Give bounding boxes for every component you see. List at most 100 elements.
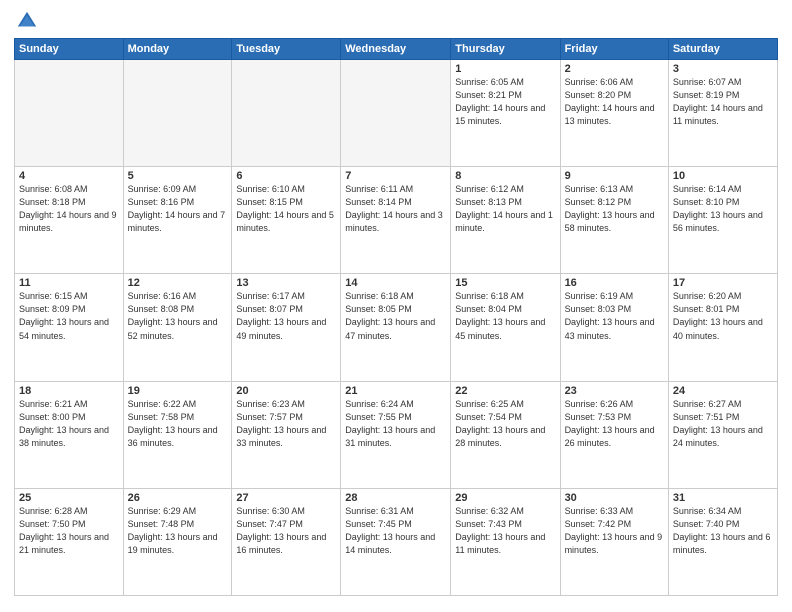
header-day-thursday: Thursday (451, 39, 560, 60)
calendar-cell: 21Sunrise: 6:24 AM Sunset: 7:55 PM Dayli… (341, 381, 451, 488)
day-info: Sunrise: 6:14 AM Sunset: 8:10 PM Dayligh… (673, 183, 773, 235)
day-number: 13 (236, 277, 336, 289)
day-number: 9 (565, 170, 664, 182)
calendar-cell: 31Sunrise: 6:34 AM Sunset: 7:40 PM Dayli… (668, 488, 777, 595)
day-info: Sunrise: 6:11 AM Sunset: 8:14 PM Dayligh… (345, 183, 446, 235)
day-number: 2 (565, 63, 664, 75)
calendar-cell: 20Sunrise: 6:23 AM Sunset: 7:57 PM Dayli… (232, 381, 341, 488)
header (14, 10, 778, 32)
calendar-cell: 29Sunrise: 6:32 AM Sunset: 7:43 PM Dayli… (451, 488, 560, 595)
daylight-legend (14, 600, 778, 602)
day-number: 16 (565, 277, 664, 289)
calendar-cell: 4Sunrise: 6:08 AM Sunset: 8:18 PM Daylig… (15, 167, 124, 274)
day-info: Sunrise: 6:16 AM Sunset: 8:08 PM Dayligh… (128, 290, 228, 342)
calendar-table: SundayMondayTuesdayWednesdayThursdayFrid… (14, 38, 778, 596)
calendar-cell (123, 60, 232, 167)
calendar-cell: 11Sunrise: 6:15 AM Sunset: 8:09 PM Dayli… (15, 274, 124, 381)
day-number: 12 (128, 277, 228, 289)
day-number: 15 (455, 277, 555, 289)
day-number: 18 (19, 385, 119, 397)
day-number: 1 (455, 63, 555, 75)
day-number: 20 (236, 385, 336, 397)
calendar-cell: 18Sunrise: 6:21 AM Sunset: 8:00 PM Dayli… (15, 381, 124, 488)
day-number: 5 (128, 170, 228, 182)
calendar: SundayMondayTuesdayWednesdayThursdayFrid… (14, 38, 778, 602)
header-day-tuesday: Tuesday (232, 39, 341, 60)
day-number: 4 (19, 170, 119, 182)
day-info: Sunrise: 6:18 AM Sunset: 8:05 PM Dayligh… (345, 290, 446, 342)
calendar-cell (232, 60, 341, 167)
day-number: 19 (128, 385, 228, 397)
day-number: 7 (345, 170, 446, 182)
week-row-0: 1Sunrise: 6:05 AM Sunset: 8:21 PM Daylig… (15, 60, 778, 167)
day-number: 26 (128, 492, 228, 504)
header-day-wednesday: Wednesday (341, 39, 451, 60)
day-info: Sunrise: 6:20 AM Sunset: 8:01 PM Dayligh… (673, 290, 773, 342)
day-number: 28 (345, 492, 446, 504)
calendar-cell: 6Sunrise: 6:10 AM Sunset: 8:15 PM Daylig… (232, 167, 341, 274)
day-number: 23 (565, 385, 664, 397)
day-info: Sunrise: 6:15 AM Sunset: 8:09 PM Dayligh… (19, 290, 119, 342)
day-info: Sunrise: 6:23 AM Sunset: 7:57 PM Dayligh… (236, 398, 336, 450)
calendar-cell: 19Sunrise: 6:22 AM Sunset: 7:58 PM Dayli… (123, 381, 232, 488)
day-info: Sunrise: 6:29 AM Sunset: 7:48 PM Dayligh… (128, 505, 228, 557)
header-day-friday: Friday (560, 39, 668, 60)
day-info: Sunrise: 6:19 AM Sunset: 8:03 PM Dayligh… (565, 290, 664, 342)
week-row-1: 4Sunrise: 6:08 AM Sunset: 8:18 PM Daylig… (15, 167, 778, 274)
day-info: Sunrise: 6:25 AM Sunset: 7:54 PM Dayligh… (455, 398, 555, 450)
day-number: 11 (19, 277, 119, 289)
day-number: 6 (236, 170, 336, 182)
day-info: Sunrise: 6:22 AM Sunset: 7:58 PM Dayligh… (128, 398, 228, 450)
header-day-saturday: Saturday (668, 39, 777, 60)
day-number: 14 (345, 277, 446, 289)
header-day-sunday: Sunday (15, 39, 124, 60)
day-number: 24 (673, 385, 773, 397)
calendar-cell: 3Sunrise: 6:07 AM Sunset: 8:19 PM Daylig… (668, 60, 777, 167)
week-row-2: 11Sunrise: 6:15 AM Sunset: 8:09 PM Dayli… (15, 274, 778, 381)
calendar-cell: 10Sunrise: 6:14 AM Sunset: 8:10 PM Dayli… (668, 167, 777, 274)
calendar-cell: 27Sunrise: 6:30 AM Sunset: 7:47 PM Dayli… (232, 488, 341, 595)
day-info: Sunrise: 6:17 AM Sunset: 8:07 PM Dayligh… (236, 290, 336, 342)
day-number: 31 (673, 492, 773, 504)
day-number: 27 (236, 492, 336, 504)
week-row-3: 18Sunrise: 6:21 AM Sunset: 8:00 PM Dayli… (15, 381, 778, 488)
header-day-monday: Monday (123, 39, 232, 60)
day-info: Sunrise: 6:09 AM Sunset: 8:16 PM Dayligh… (128, 183, 228, 235)
calendar-cell (15, 60, 124, 167)
calendar-cell: 25Sunrise: 6:28 AM Sunset: 7:50 PM Dayli… (15, 488, 124, 595)
calendar-cell: 14Sunrise: 6:18 AM Sunset: 8:05 PM Dayli… (341, 274, 451, 381)
day-info: Sunrise: 6:10 AM Sunset: 8:15 PM Dayligh… (236, 183, 336, 235)
day-number: 30 (565, 492, 664, 504)
day-info: Sunrise: 6:08 AM Sunset: 8:18 PM Dayligh… (19, 183, 119, 235)
calendar-cell: 17Sunrise: 6:20 AM Sunset: 8:01 PM Dayli… (668, 274, 777, 381)
day-info: Sunrise: 6:05 AM Sunset: 8:21 PM Dayligh… (455, 76, 555, 128)
day-info: Sunrise: 6:07 AM Sunset: 8:19 PM Dayligh… (673, 76, 773, 128)
logo (14, 10, 38, 32)
day-info: Sunrise: 6:18 AM Sunset: 8:04 PM Dayligh… (455, 290, 555, 342)
calendar-cell: 5Sunrise: 6:09 AM Sunset: 8:16 PM Daylig… (123, 167, 232, 274)
calendar-cell: 9Sunrise: 6:13 AM Sunset: 8:12 PM Daylig… (560, 167, 668, 274)
day-number: 17 (673, 277, 773, 289)
day-info: Sunrise: 6:06 AM Sunset: 8:20 PM Dayligh… (565, 76, 664, 128)
calendar-cell: 8Sunrise: 6:12 AM Sunset: 8:13 PM Daylig… (451, 167, 560, 274)
calendar-cell: 24Sunrise: 6:27 AM Sunset: 7:51 PM Dayli… (668, 381, 777, 488)
day-info: Sunrise: 6:12 AM Sunset: 8:13 PM Dayligh… (455, 183, 555, 235)
day-info: Sunrise: 6:26 AM Sunset: 7:53 PM Dayligh… (565, 398, 664, 450)
calendar-cell: 12Sunrise: 6:16 AM Sunset: 8:08 PM Dayli… (123, 274, 232, 381)
day-number: 29 (455, 492, 555, 504)
calendar-cell: 22Sunrise: 6:25 AM Sunset: 7:54 PM Dayli… (451, 381, 560, 488)
day-info: Sunrise: 6:30 AM Sunset: 7:47 PM Dayligh… (236, 505, 336, 557)
day-info: Sunrise: 6:28 AM Sunset: 7:50 PM Dayligh… (19, 505, 119, 557)
day-info: Sunrise: 6:21 AM Sunset: 8:00 PM Dayligh… (19, 398, 119, 450)
day-number: 3 (673, 63, 773, 75)
header-row: SundayMondayTuesdayWednesdayThursdayFrid… (15, 39, 778, 60)
calendar-cell (341, 60, 451, 167)
calendar-cell: 15Sunrise: 6:18 AM Sunset: 8:04 PM Dayli… (451, 274, 560, 381)
day-info: Sunrise: 6:34 AM Sunset: 7:40 PM Dayligh… (673, 505, 773, 557)
day-number: 25 (19, 492, 119, 504)
calendar-cell: 28Sunrise: 6:31 AM Sunset: 7:45 PM Dayli… (341, 488, 451, 595)
calendar-body: 1Sunrise: 6:05 AM Sunset: 8:21 PM Daylig… (15, 60, 778, 596)
day-number: 21 (345, 385, 446, 397)
logo-icon (16, 10, 38, 32)
day-info: Sunrise: 6:32 AM Sunset: 7:43 PM Dayligh… (455, 505, 555, 557)
